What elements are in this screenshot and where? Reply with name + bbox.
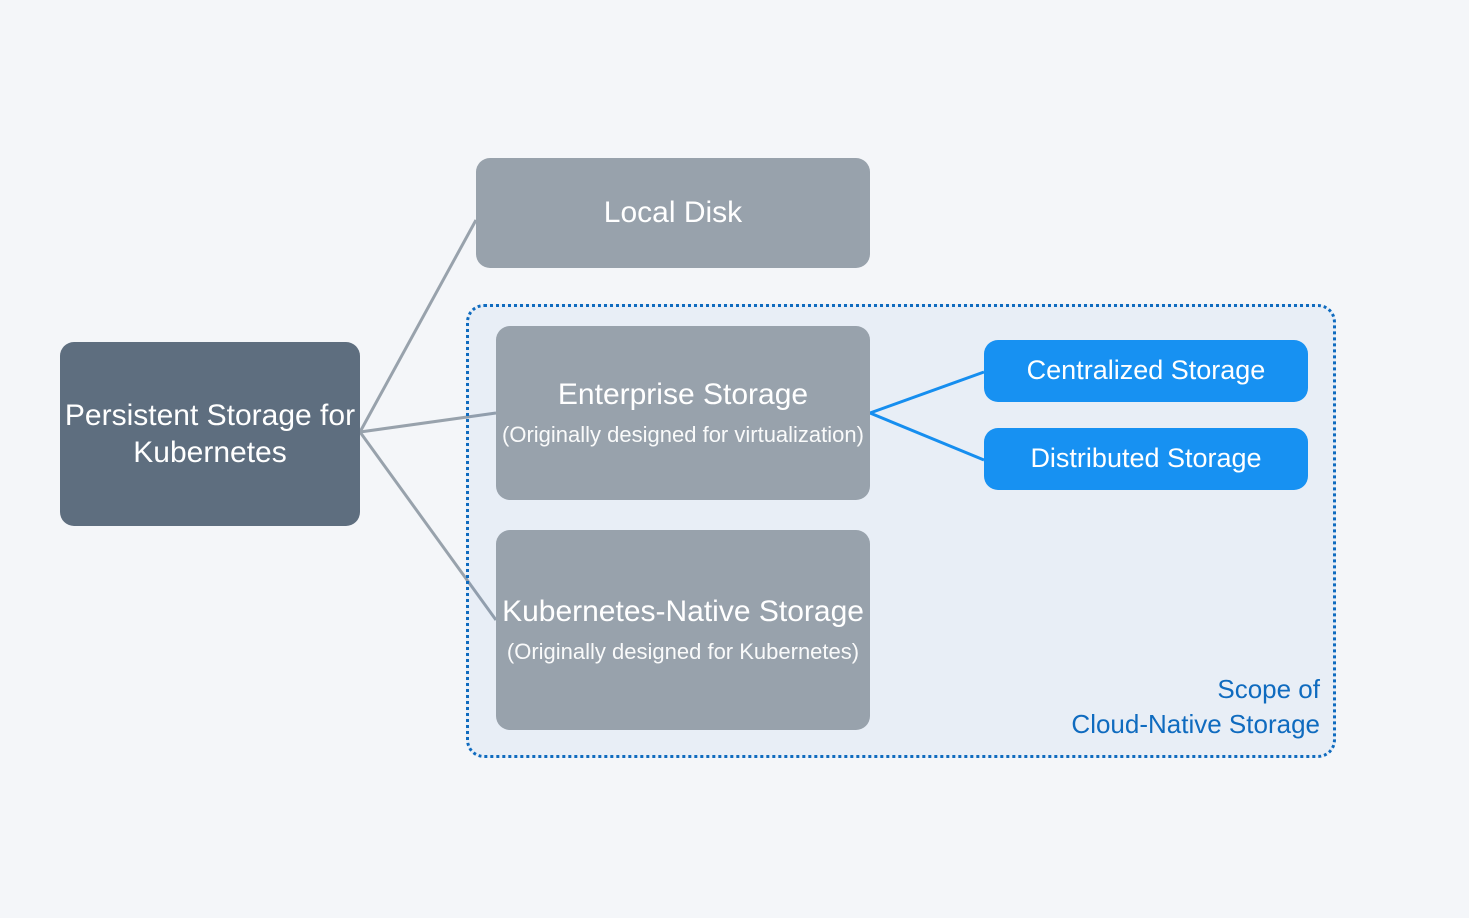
scope-label: Scope of Cloud-Native Storage — [1000, 672, 1320, 742]
scope-label-line2: Cloud-Native Storage — [1000, 707, 1320, 742]
node-label: Distributed Storage — [1030, 442, 1261, 476]
node-subtitle: (Originally designed for virtualization) — [502, 420, 864, 450]
node-label: Local Disk — [604, 194, 742, 232]
node-subtitle: (Originally designed for Kubernetes) — [507, 637, 859, 667]
scope-label-line1: Scope of — [1000, 672, 1320, 707]
node-centralized-storage: Centralized Storage — [984, 340, 1308, 402]
node-label: Kubernetes-Native Storage — [502, 593, 864, 631]
node-enterprise-storage: Enterprise Storage (Originally designed … — [496, 326, 870, 500]
node-label: Centralized Storage — [1027, 354, 1266, 388]
node-label: Enterprise Storage — [558, 376, 808, 414]
node-local-disk: Local Disk — [476, 158, 870, 268]
node-distributed-storage: Distributed Storage — [984, 428, 1308, 490]
node-k8s-native-storage: Kubernetes-Native Storage (Originally de… — [496, 530, 870, 730]
diagram-canvas: Persistent Storage for Kubernetes Local … — [0, 0, 1469, 918]
node-label: Persistent Storage for Kubernetes — [60, 397, 360, 472]
node-persistent-storage: Persistent Storage for Kubernetes — [60, 342, 360, 526]
